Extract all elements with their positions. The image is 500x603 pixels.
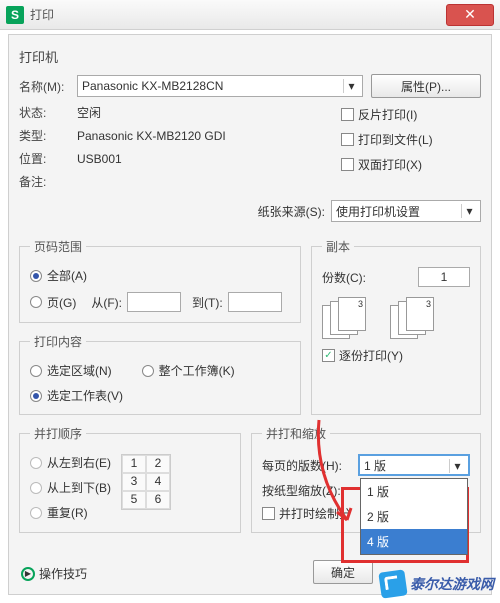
- chevron-down-icon: ▾: [461, 204, 477, 218]
- radio-icon: [30, 296, 42, 308]
- order-legend: 并打顺序: [30, 425, 86, 442]
- perpage-value: 1 版: [364, 457, 386, 474]
- watermark-text: 泰尔达游戏网: [410, 574, 494, 594]
- wps-icon: S: [6, 6, 24, 24]
- copies-label: 份数(C):: [322, 269, 366, 286]
- type-label: 类型:: [19, 127, 77, 144]
- copies-legend: 副本: [322, 238, 354, 255]
- perpage-select[interactable]: 1 版 ▾ 1 版 2 版 4 版: [358, 454, 470, 476]
- where-label: 位置:: [19, 150, 77, 167]
- comment-label: 备注:: [19, 173, 77, 190]
- printer-section-title: 打印机: [19, 47, 481, 66]
- source-select[interactable]: 使用打印机设置 ▾: [331, 200, 481, 222]
- content-sheets-radio[interactable]: 选定工作表(V): [30, 387, 290, 404]
- order-lr-radio: 从左到右(E): [30, 454, 111, 471]
- window-title: 打印: [30, 6, 446, 23]
- collate-checkbox[interactable]: ✓逐份打印(Y): [322, 347, 470, 364]
- chevron-down-icon: ▾: [449, 459, 465, 473]
- bysize-label: 按纸型缩放(Z):: [262, 482, 358, 499]
- radio-icon: [30, 507, 42, 519]
- perpage-dropdown-list: 1 版 2 版 4 版: [360, 478, 468, 555]
- checkbox-icon: [341, 158, 354, 171]
- copies-input[interactable]: [418, 267, 470, 287]
- play-icon: ▶: [21, 567, 35, 581]
- radio-icon: [142, 365, 154, 377]
- watermark-logo-icon: [378, 569, 407, 598]
- scale-legend: 并打和缩放: [262, 425, 330, 442]
- source-select-value: 使用打印机设置: [336, 203, 420, 220]
- range-page-radio[interactable]: 页(G) 从(F): 到(T):: [30, 292, 290, 312]
- range-all-radio[interactable]: 全部(A): [30, 267, 290, 284]
- scale-group: 并打和缩放 每页的版数(H): 1 版 ▾ 1 版 2 版 4 版 按纸型缩放(…: [251, 425, 481, 533]
- chevron-down-icon: ▾: [343, 79, 359, 93]
- order-tb-radio: 从上到下(B): [30, 479, 111, 496]
- type-value: Panasonic KX-MB2120 GDI: [77, 129, 226, 143]
- checkbox-icon: [341, 108, 354, 121]
- perpage-label: 每页的版数(H):: [262, 457, 358, 474]
- checkbox-icon: ✓: [322, 349, 335, 362]
- radio-icon: [30, 482, 42, 494]
- status-value: 空闲: [77, 104, 101, 121]
- close-button[interactable]: ✕: [446, 4, 494, 26]
- ok-button[interactable]: 确定: [313, 560, 373, 584]
- range-legend: 页码范围: [30, 238, 86, 255]
- printer-select-value: Panasonic KX-MB2128CN: [82, 79, 223, 93]
- range-group: 页码范围 全部(A) 页(G) 从(F): 到(T):: [19, 238, 301, 323]
- perpage-option-4[interactable]: 4 版: [361, 529, 467, 554]
- checkbox-icon: [262, 507, 275, 520]
- printer-select[interactable]: Panasonic KX-MB2128CN ▾: [77, 75, 363, 97]
- content-legend: 打印内容: [30, 333, 86, 350]
- duplex-checkbox[interactable]: 双面打印(X): [341, 156, 481, 173]
- order-repeat-radio: 重复(R): [30, 504, 111, 521]
- radio-icon: [30, 270, 42, 282]
- content-group: 打印内容 选定区域(N) 整个工作簿(K) 选定工作表(V): [19, 333, 301, 415]
- from-input[interactable]: [127, 292, 181, 312]
- radio-icon: [30, 390, 42, 402]
- reverse-checkbox[interactable]: 反片打印(I): [341, 106, 481, 123]
- radio-icon: [30, 457, 42, 469]
- collate-preview: 123 123: [322, 297, 470, 337]
- copies-group: 副本 份数(C): 123 123 ✓逐份打印(Y): [311, 238, 481, 415]
- status-label: 状态:: [19, 104, 77, 121]
- properties-button[interactable]: 属性(P)...: [371, 74, 481, 98]
- content-workbook-radio[interactable]: 整个工作簿(K): [142, 362, 235, 379]
- to-input[interactable]: [228, 292, 282, 312]
- order-group: 并打顺序 从左到右(E) 从上到下(B) 重复(R) 123456: [19, 425, 241, 533]
- titlebar: S 打印 ✕: [0, 0, 500, 30]
- tofile-checkbox[interactable]: 打印到文件(L): [341, 131, 481, 148]
- source-label: 纸张来源(S):: [258, 203, 325, 220]
- watermark: 泰尔达游戏网: [380, 571, 494, 597]
- content-selection-radio[interactable]: 选定区域(N): [30, 362, 112, 379]
- perpage-option-2[interactable]: 2 版: [361, 504, 467, 529]
- radio-icon: [30, 365, 42, 377]
- where-value: USB001: [77, 152, 122, 166]
- tips-link[interactable]: ▶ 操作技巧: [21, 565, 87, 582]
- checkbox-icon: [341, 133, 354, 146]
- name-label: 名称(M):: [19, 78, 77, 95]
- order-preview-icon: 123456: [121, 454, 171, 510]
- perpage-option-1[interactable]: 1 版: [361, 479, 467, 504]
- dialog-body: 打印机 名称(M): Panasonic KX-MB2128CN ▾ 属性(P)…: [8, 34, 492, 595]
